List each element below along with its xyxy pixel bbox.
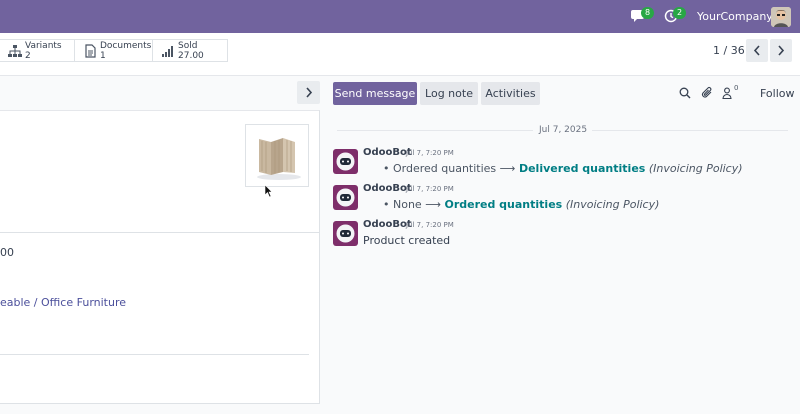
variants-smart-button[interactable]: Variants 2 (0, 39, 75, 62)
field-name: (Invoicing Policy) (648, 162, 743, 175)
documents-label: Documents (100, 41, 152, 51)
mouse-cursor-icon (265, 185, 273, 197)
sitemap-icon (8, 45, 22, 57)
pager-next-button[interactable] (770, 39, 792, 62)
date-separator-line (337, 130, 533, 131)
variants-label: Variants (25, 41, 62, 51)
form-separator (0, 354, 309, 355)
toggle-chatter-button[interactable] (297, 81, 320, 104)
odoobot-avatar[interactable] (333, 149, 358, 174)
chevron-right-icon (778, 45, 785, 56)
odoobot-icon (336, 224, 355, 243)
chevron-right-icon (306, 87, 313, 98)
control-panel: Variants 2 Documents 1 Sold 27.00 1 / 36 (0, 33, 800, 76)
document-icon (85, 44, 96, 58)
activities-badge: 2 (673, 7, 686, 19)
chevron-left-icon (753, 45, 760, 56)
form-separator (0, 232, 320, 233)
followers-icon[interactable] (722, 87, 732, 99)
sold-smart-button[interactable]: Sold 27.00 (152, 39, 228, 62)
tracking-change-row: • None ⟶ Ordered quantities (Invoicing P… (383, 198, 659, 212)
date-separator: Jul 7, 2025 (539, 125, 588, 135)
message-author[interactable]: OdooBot (363, 219, 412, 231)
log-note-button[interactable]: Log note (420, 82, 478, 105)
arrow-right-icon: ⟶ (425, 198, 445, 211)
message-time: Jul 7, 7:20 PM (406, 221, 454, 229)
date-separator-line (592, 130, 788, 131)
bar-chart-icon (162, 46, 173, 57)
user-avatar-icon (771, 7, 791, 27)
room-divider-image (257, 138, 301, 180)
top-navbar: 8 2 YourCompany (0, 0, 800, 33)
activities-button[interactable]: Activities (481, 82, 540, 105)
bullet-char: • (383, 162, 393, 175)
new-value: Ordered quantities (444, 198, 563, 211)
variants-count: 2 (25, 51, 31, 61)
tracking-change-row: • Ordered quantities ⟶ Delivered quantit… (383, 162, 743, 176)
field-name: (Invoicing Policy) (565, 198, 660, 211)
search-icon[interactable] (679, 87, 691, 99)
sold-value: 27.00 (178, 51, 204, 61)
messages-badge: 8 (641, 7, 654, 19)
new-value: Delivered quantities (518, 162, 646, 175)
odoobot-avatar[interactable] (333, 221, 358, 246)
documents-count: 1 (100, 51, 106, 61)
arrow-right-icon: ⟶ (499, 162, 519, 175)
message-author[interactable]: OdooBot (363, 147, 412, 159)
odoobot-icon (336, 188, 355, 207)
message-body: Product created (363, 234, 451, 247)
send-message-button[interactable]: Send message (333, 82, 417, 105)
product-category-link[interactable]: eable / Office Furniture (0, 296, 126, 309)
odoobot-icon (336, 152, 355, 171)
old-value: Ordered quantities (393, 162, 497, 175)
old-value: None (393, 198, 422, 211)
user-avatar[interactable] (771, 7, 791, 27)
followers-count: 0 (734, 84, 739, 92)
sold-label: Sold (178, 41, 198, 51)
message-time: Jul 7, 7:20 PM (406, 149, 454, 157)
documents-smart-button[interactable]: Documents 1 (74, 39, 153, 62)
message-author[interactable]: OdooBot (363, 183, 412, 195)
bullet-char: • (383, 198, 393, 211)
pager-value[interactable]: 1 / 36 (713, 44, 745, 58)
paperclip-icon[interactable] (701, 86, 713, 99)
company-switcher[interactable]: YourCompany (697, 10, 773, 24)
pager-previous-button[interactable] (746, 39, 768, 62)
message-time: Jul 7, 7:20 PM (406, 185, 454, 193)
follow-button[interactable]: Follow (760, 87, 795, 100)
odoobot-avatar[interactable] (333, 185, 358, 210)
form-field-value: 00 (0, 246, 14, 259)
product-image[interactable] (245, 124, 309, 187)
